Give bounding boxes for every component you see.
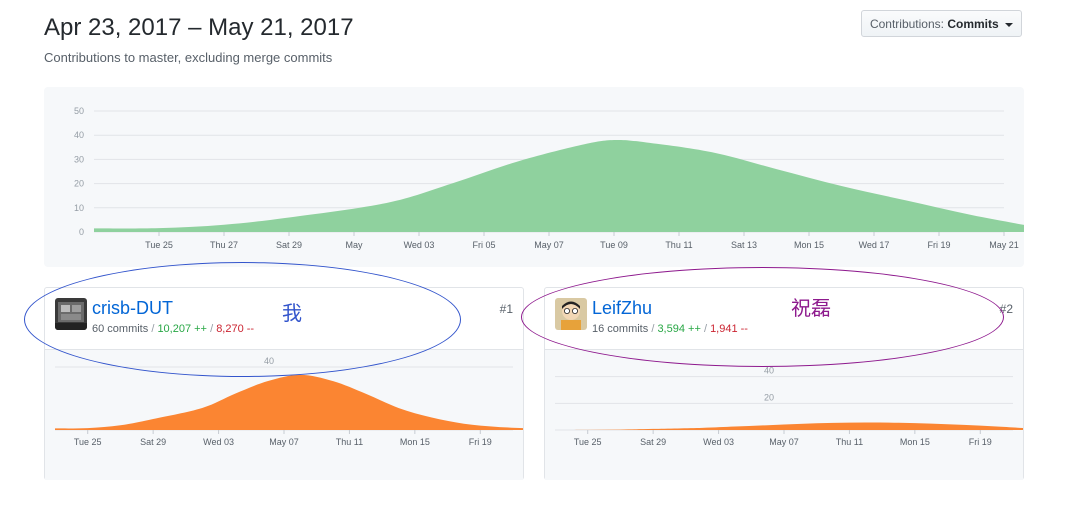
x-tick-label: Sat 29: [640, 437, 666, 447]
x-tick-label: Mon 15: [794, 240, 824, 250]
commits-count-link[interactable]: 16 commits: [592, 323, 648, 335]
data-area: [94, 139, 1037, 232]
deletions-count: 8,270 --: [216, 323, 255, 335]
x-tick-label: Sat 13: [731, 240, 757, 250]
contributor-name-link[interactable]: crisb-DUT: [92, 298, 173, 319]
x-tick-label: May 07: [769, 437, 799, 447]
data-area: [55, 374, 530, 430]
x-tick-label: Thu 11: [665, 240, 692, 250]
separator: /: [703, 323, 707, 335]
additions-count: 3,594 ++: [657, 323, 701, 335]
x-tick-label: May: [345, 240, 363, 250]
contributor-chart: 40 Tue 25 Sat 29 Wed 03 May 07 Thu 11 Mon 15 Fr…: [45, 350, 530, 480]
contributor-stats: 16 commits / 3,594 ++ / 1,941 --: [592, 323, 748, 335]
separator: /: [151, 323, 155, 335]
x-tick-label: Tue 25: [145, 240, 173, 250]
x-tick-label: Fri 05: [472, 240, 495, 250]
dropdown-value: Commits: [947, 17, 999, 31]
main-chart-svg: 50 40 30 20 10 0 Tue 25 Thu 27 Sat 29 May Wed 03 Fr…: [74, 106, 1037, 250]
x-tick-label: Mon 15: [400, 437, 430, 447]
x-tick-label: May 07: [269, 437, 299, 447]
x-tick-label: Thu 11: [336, 437, 363, 447]
contributor-chart-svg: 40 Tue 25 Sat 29 Wed 03 May 07 Thu 11 Mon 15 Fr…: [55, 356, 530, 447]
caret-down-icon: [1005, 22, 1014, 27]
contributor-rank: #1: [499, 302, 513, 316]
x-tick-label: Fri 19: [927, 240, 950, 250]
y-tick-label: 0: [79, 227, 84, 237]
x-tick-label: Tue 25: [574, 437, 602, 447]
annotation-text-1: 我: [282, 303, 302, 325]
x-tick-label: Thu 27: [210, 240, 238, 250]
separator: /: [651, 323, 655, 335]
contributor-chart-svg: 40 20 Tue 25 Sat 29 Wed 03 May 07 Thu 11 Mon 15…: [555, 366, 1030, 447]
y-tick-label: 10: [74, 203, 84, 213]
y-tick-label: 20: [74, 179, 84, 189]
data-area: [555, 422, 1030, 430]
x-tick-label: Sat 29: [140, 437, 166, 447]
x-tick-label: Tue 25: [74, 437, 102, 447]
commits-count-link[interactable]: 60 commits: [92, 323, 148, 335]
x-tick-label: May 07: [534, 240, 564, 250]
y-tick-label: 50: [74, 106, 84, 116]
x-tick-label: Fri 19: [469, 437, 492, 447]
y-tick-label: 30: [74, 154, 84, 164]
x-tick-label: Wed 03: [703, 437, 734, 447]
avatar[interactable]: [55, 298, 87, 330]
x-tick-label: Thu 11: [836, 437, 863, 447]
contributor-card-2: LeifZhu 16 commits / 3,594 ++ / 1,941 --…: [544, 287, 1030, 480]
contributor-stats: 60 commits / 10,207 ++ / 8,270 --: [92, 323, 254, 335]
avatar[interactable]: [555, 298, 587, 330]
dropdown-prefix: Contributions:: [869, 17, 944, 31]
y-tick-label: 20: [764, 392, 774, 402]
y-tick-label: 40: [764, 366, 774, 376]
x-tick-label: Tue 09: [600, 240, 628, 250]
deletions-count: 1,941 --: [710, 323, 748, 335]
x-tick-label: Sat 29: [276, 240, 302, 250]
x-tick-label: Mon 15: [900, 437, 930, 447]
main-contributions-chart: 50 40 30 20 10 0 Tue 25 Thu 27 Sat 29 May Wed 03 Fr…: [44, 87, 1037, 267]
x-tick-label: May 21: [989, 240, 1019, 250]
separator: /: [210, 323, 214, 335]
contributor-name-link[interactable]: LeifZhu: [592, 298, 652, 319]
annotation-text-2: 祝磊: [791, 298, 831, 320]
additions-count: 10,207 ++: [157, 323, 207, 335]
y-tick-label: 40: [264, 356, 274, 366]
contributor-chart: 40 20 Tue 25 Sat 29 Wed 03 May 07 Thu 11 Mon 15…: [545, 350, 1030, 480]
page-title: Apr 23, 2017 – May 21, 2017: [44, 14, 354, 41]
page-subtitle: Contributions to master, excluding merge…: [44, 50, 333, 65]
x-tick-label: Wed 17: [859, 240, 890, 250]
x-tick-label: Wed 03: [404, 240, 435, 250]
y-tick-label: 40: [74, 130, 84, 140]
x-tick-label: Wed 03: [203, 437, 234, 447]
contributor-rank: #2: [999, 302, 1013, 316]
contributor-card-header: LeifZhu 16 commits / 3,594 ++ / 1,941 --…: [545, 288, 1023, 350]
x-tick-label: Fri 19: [969, 437, 992, 447]
contributions-dropdown[interactable]: Contributions: Commits: [861, 10, 1022, 37]
